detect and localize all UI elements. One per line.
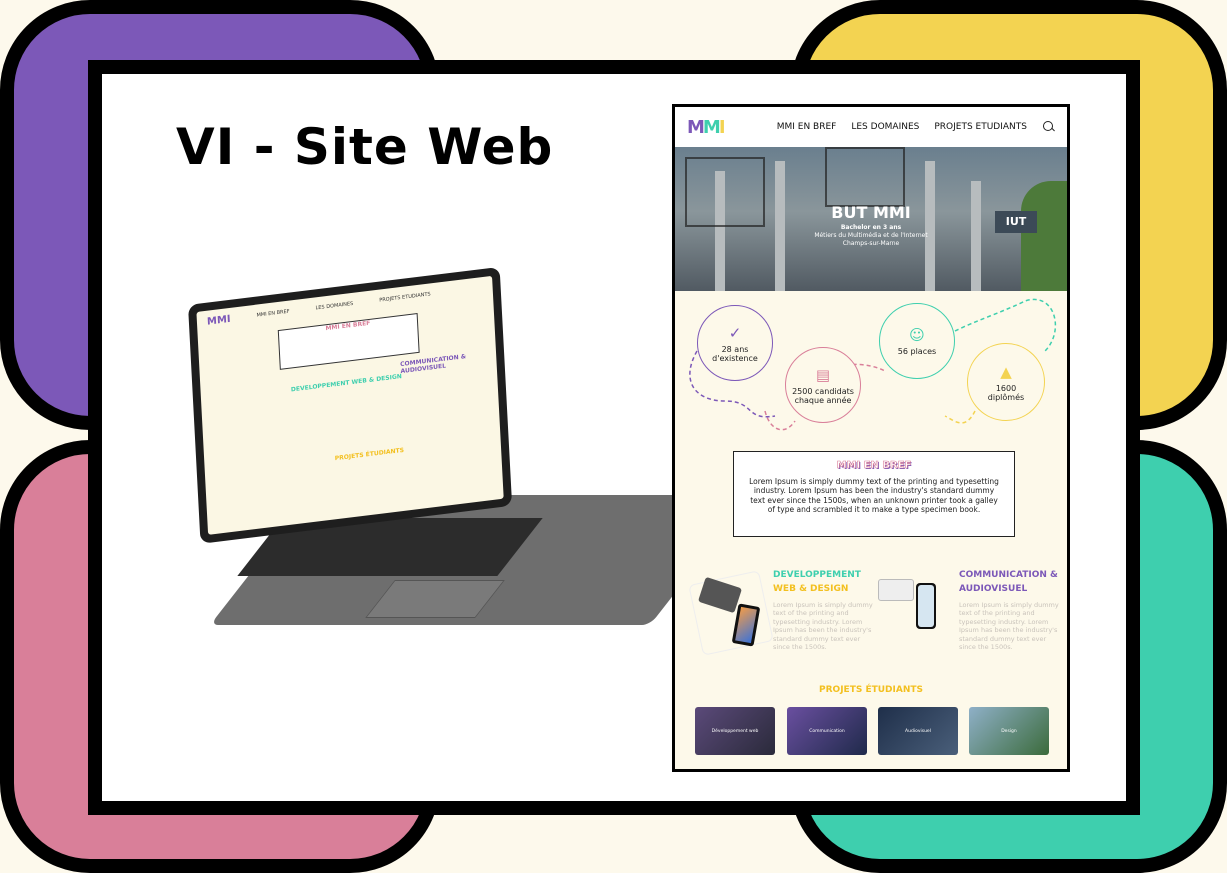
camera-image <box>878 579 914 601</box>
stat-label: d'existence <box>712 353 758 363</box>
hero-structure <box>825 147 905 207</box>
slide: VI - Site Web MMI MMI EN BREF LES DOMAIN… <box>0 0 1227 873</box>
site-nav-links: MMI EN BREF LES DOMAINES PROJETS ETUDIAN… <box>777 122 1027 132</box>
phone-image <box>916 583 936 629</box>
domain-title-line: DEVELOPPEMENT <box>773 570 861 580</box>
stat-value: 1600 <box>995 383 1017 393</box>
domain-title-line: AUDIOVISUEL <box>959 583 1028 594</box>
hero-text: BUT MMI Bachelor en 3 ans Métiers du Mul… <box>675 203 1067 247</box>
domain-title-line: WEB & DESIGN <box>773 583 849 594</box>
logo-letter: M <box>702 116 721 138</box>
project-card[interactable]: Audiovisuel <box>878 707 958 755</box>
hero-subtitle: Bachelor en 3 ans <box>840 224 902 231</box>
domain-dev-title[interactable]: DEVELOPPEMENT WEB & DESIGN <box>773 569 861 596</box>
slide-title: VI - Site Web <box>176 118 554 176</box>
project-card[interactable]: Design <box>969 707 1049 755</box>
graduation-cap-icon: ▲ <box>1000 362 1012 381</box>
dev-illustration-frame <box>688 570 774 656</box>
laptop-screen: MMI MMI EN BREF LES DOMAINES PROJETS ETU… <box>188 266 513 544</box>
site-logo[interactable]: MMI <box>687 116 726 138</box>
projects-title: PROJETS ÉTUDIANTS <box>819 685 923 695</box>
laptop-about-box: MMI EN BREF <box>277 312 420 370</box>
hero-title: BUT MMI <box>831 203 911 222</box>
com-illustration <box>878 573 958 645</box>
group-icon: ☺ <box>909 326 925 344</box>
laptop-nav-item: MMI EN BREF <box>256 308 290 319</box>
stat-value: 56 places <box>897 347 937 356</box>
project-card-label: Communication <box>809 728 845 734</box>
domain-com-text: Lorem Ipsum is simply dummy text of the … <box>959 601 1059 652</box>
stat-value: 2500 candidats <box>792 386 854 396</box>
stat-label: diplômés <box>987 392 1025 402</box>
stat-candidats: ▤ 2500 candidats chaque année <box>785 347 861 423</box>
stat-places: ☺ 56 places <box>879 303 955 379</box>
laptop-domain-1: DEVELOPPEMENT WEB & DESIGN <box>290 372 402 394</box>
about-text: Lorem Ipsum is simply dummy text of the … <box>749 477 999 515</box>
stat-value: 28 ans <box>721 344 749 354</box>
nav-item-projets-etudiants[interactable]: PROJETS ETUDIANTS <box>934 122 1027 132</box>
nav-item-mmi-en-bref[interactable]: MMI EN BREF <box>777 122 837 132</box>
website-mockup: MMI MMI EN BREF LES DOMAINES PROJETS ETU… <box>672 104 1070 772</box>
nav-item-les-domaines[interactable]: LES DOMAINES <box>851 122 919 132</box>
site-navbar: MMI MMI EN BREF LES DOMAINES PROJETS ETU… <box>675 107 1067 147</box>
domain-title-line: COMMUNICATION & <box>959 570 1058 580</box>
about-box: MMI EN BREF Lorem Ipsum is simply dummy … <box>733 451 1015 537</box>
laptop-projects-title: PROJETS ÉTUDIANTS <box>334 446 405 463</box>
project-card-label: Design <box>1001 728 1017 734</box>
laptop-nav-item: LES DOMAINES <box>315 300 354 312</box>
stat-existence: ✓ 28 ans d'existence <box>697 305 773 381</box>
laptop-mockup: MMI MMI EN BREF LES DOMAINES PROJETS ETU… <box>180 266 752 640</box>
search-icon[interactable] <box>1043 121 1055 133</box>
logo-letter: I <box>718 116 726 138</box>
project-card[interactable]: Développement web <box>695 707 775 755</box>
project-card-label: Audiovisuel <box>905 728 931 734</box>
logo-letter: M <box>687 116 705 138</box>
stat-label: chaque année <box>794 395 852 405</box>
laptop-logo: MMI <box>206 313 231 328</box>
clipboard-icon: ▤ <box>815 365 831 384</box>
check-circle-icon: ✓ <box>728 323 742 342</box>
stats-section: ✓ 28 ans d'existence ▤ 2500 candidats ch… <box>675 291 1067 451</box>
stat-diplomes: ▲ 1600 diplômés <box>967 343 1045 421</box>
domain-com-title[interactable]: COMMUNICATION & AUDIOVISUEL <box>959 569 1058 596</box>
about-title: MMI EN BREF <box>836 460 912 472</box>
hero-line: Métiers du Multimédia et de l'Internet <box>814 232 928 239</box>
project-card-label: Développement web <box>711 728 759 734</box>
laptop-nav-item: PROJETS ETUDIANTS <box>379 291 431 304</box>
laptop-screen-content: MMI MMI EN BREF LES DOMAINES PROJETS ETU… <box>196 275 504 535</box>
hero-banner: IUT BUT MMI Bachelor en 3 ans Métiers du… <box>675 147 1067 291</box>
hero-line: Champs-sur-Marne <box>842 240 900 247</box>
project-card[interactable]: Communication <box>787 707 867 755</box>
domain-dev-text: Lorem Ipsum is simply dummy text of the … <box>773 601 873 652</box>
